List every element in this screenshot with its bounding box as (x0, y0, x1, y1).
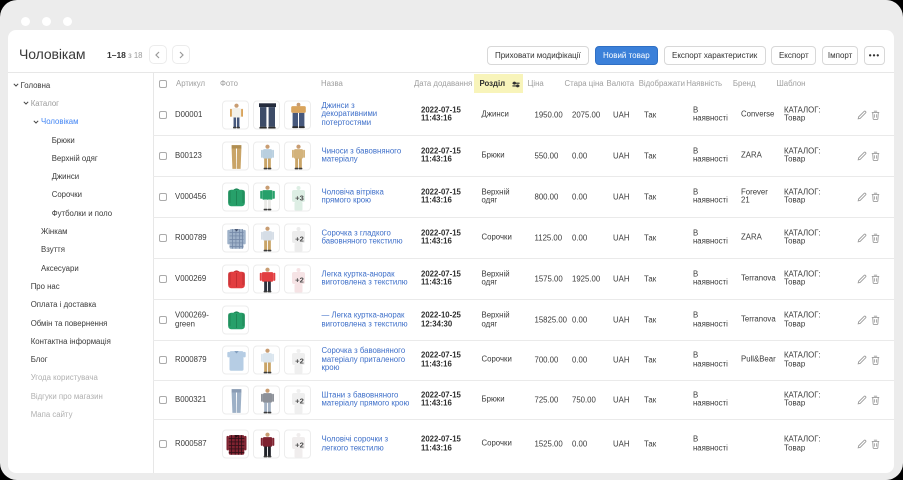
svg-text:+2: +2 (295, 357, 304, 366)
svg-text:+2: +2 (295, 396, 304, 405)
svg-text:+3: +3 (295, 193, 304, 202)
svg-text:+2: +2 (295, 234, 304, 243)
svg-text:+2: +2 (295, 275, 304, 284)
svg-text:+2: +2 (295, 441, 304, 450)
